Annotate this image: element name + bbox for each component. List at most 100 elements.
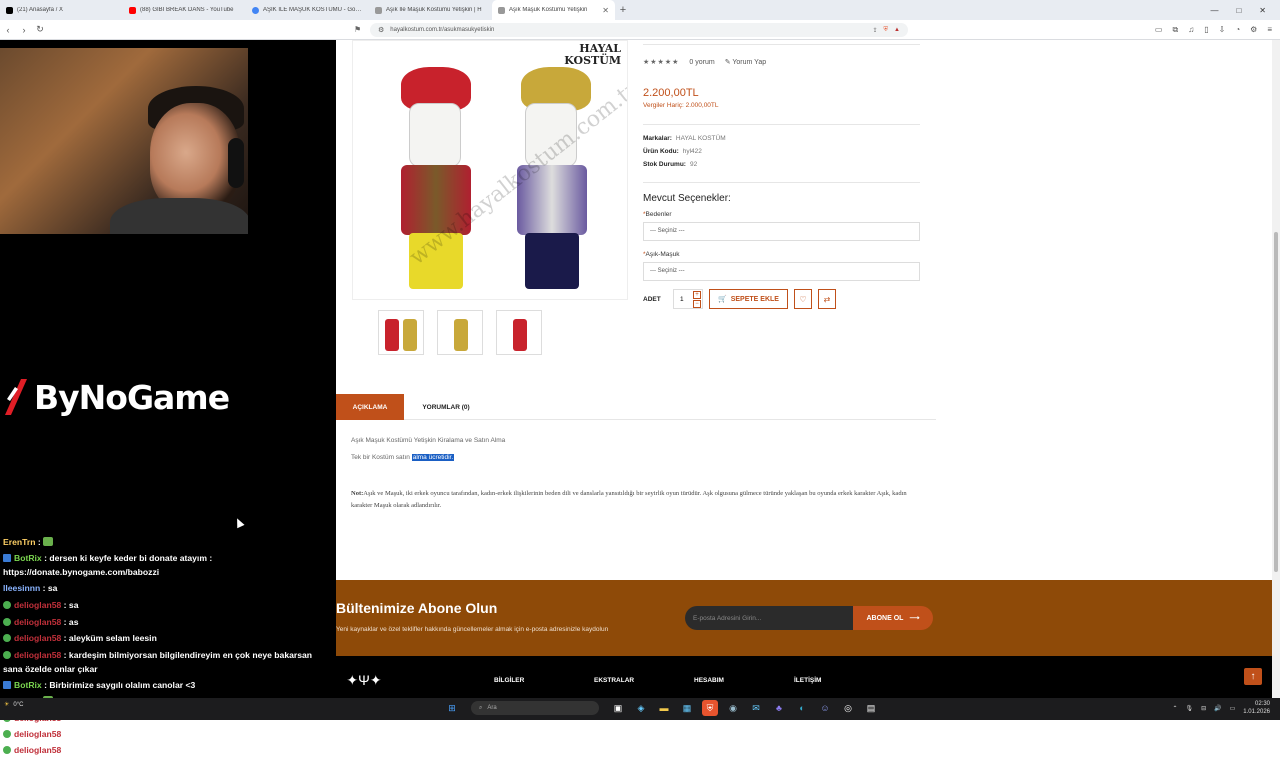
- qty-decrease[interactable]: −: [693, 300, 701, 308]
- mic-icon[interactable]: 🎙: [1185, 705, 1193, 712]
- chat-message: delioglan58 : kardeşim bilmiyorsan bilgi…: [3, 648, 333, 676]
- obs-icon[interactable]: ◎: [840, 700, 856, 716]
- chat-message: delioglan58 : ben izlemiyorumkiii kardeş…: [3, 743, 333, 757]
- steam-icon[interactable]: ◉: [725, 700, 741, 716]
- chat-message: lleesinnn : sa: [3, 581, 333, 595]
- battery-icon[interactable]: ▭: [1230, 705, 1236, 712]
- divider: [643, 44, 920, 45]
- url-field[interactable]: ⚙ hayalkostum.com.tr/asukmasukyetiskin ⇪…: [370, 23, 908, 37]
- date: 1.01.2026: [1243, 709, 1270, 715]
- close-icon[interactable]: ✕: [602, 6, 609, 15]
- brave-icon[interactable]: ⛨: [702, 700, 718, 716]
- site-info-icon[interactable]: ⚙: [378, 26, 384, 34]
- qty-increase[interactable]: +: [693, 291, 701, 299]
- qty-value: 1: [680, 295, 684, 303]
- size-label: *Bedenler: [643, 211, 672, 218]
- brave-shield-icon[interactable]: ⛨: [884, 27, 889, 34]
- share-icon[interactable]: ⇪: [873, 27, 878, 34]
- quantity-stepper[interactable]: 1 + −: [673, 289, 703, 309]
- tab-x[interactable]: (21) Anasayfa / X: [0, 0, 123, 20]
- mail-icon[interactable]: ✉: [748, 700, 764, 716]
- tab-site-1[interactable]: Aşık İle Maşuk Kostümü Yetişkin | H: [369, 0, 492, 20]
- sub-badge-icon: [3, 618, 11, 626]
- sub-badge-icon: [3, 651, 11, 659]
- music-icon[interactable]: ♫: [1188, 25, 1194, 35]
- new-tab-button[interactable]: +: [615, 0, 631, 20]
- discord-icon[interactable]: ☺: [817, 700, 833, 716]
- tab-youtube[interactable]: (88) GİBİ BREAK DANS - YouTube: [123, 0, 246, 20]
- app-icon[interactable]: ▤: [863, 700, 879, 716]
- settings-icon[interactable]: ⚙: [1250, 25, 1257, 35]
- rewards-icon[interactable]: ▲: [894, 27, 900, 33]
- file-explorer-icon[interactable]: ▬: [656, 700, 672, 716]
- tab-reviews[interactable]: YORUMLAR (0): [408, 394, 484, 420]
- variant-label-text: Aşık-Maşuk: [645, 251, 680, 258]
- thumbnail[interactable]: [378, 310, 424, 355]
- bookmark-icon[interactable]: ⚑: [354, 25, 361, 34]
- minimize-icon[interactable]: —: [1210, 6, 1218, 15]
- chat-message: ErenTrn :: [3, 535, 333, 549]
- write-review-link[interactable]: ✎ Yorum Yap: [725, 58, 766, 66]
- task-view-icon[interactable]: ▣: [610, 700, 626, 716]
- review-count-link[interactable]: 0 yorum: [689, 59, 714, 66]
- weather-icon: ☀: [4, 702, 10, 708]
- start-icon[interactable]: ⊞: [444, 700, 460, 716]
- forward-icon[interactable]: ›: [16, 25, 32, 35]
- network-icon[interactable]: ⊟: [1201, 705, 1206, 712]
- divider: [643, 124, 920, 125]
- add-to-cart-button[interactable]: 🛒 SEPETE EKLE: [709, 289, 788, 309]
- teams-icon[interactable]: ♣: [771, 700, 787, 716]
- chat-text: ben izlemiyorumkiii kardeşim: [68, 745, 189, 755]
- compare-button[interactable]: ⇄: [817, 289, 836, 309]
- search-label: Ara: [487, 705, 497, 711]
- price: 2.200,00TL: [643, 87, 699, 99]
- arrow-up-icon: ↑: [1250, 671, 1256, 682]
- page-scrollbar[interactable]: [1272, 40, 1280, 720]
- tab-site-active[interactable]: Aşık Maşuk Kostümü Yetişkin ✕: [492, 0, 615, 20]
- wishlist-button[interactable]: ♡: [793, 289, 812, 309]
- scroll-top-button[interactable]: ↑: [1244, 668, 1262, 685]
- taskbar-search[interactable]: ⌕ Ara: [471, 701, 599, 715]
- chat-username: ErenTrn: [3, 537, 36, 547]
- weather-temp: 0°C: [13, 701, 24, 708]
- chat-message: BotRix : dersen ki keyfe keder bi donate…: [3, 551, 333, 579]
- size-select[interactable]: --- Seçiniz ---: [643, 222, 920, 241]
- thumbnail[interactable]: [437, 310, 483, 355]
- chat-separator: :: [61, 650, 69, 660]
- reload-icon[interactable]: ↻: [32, 24, 48, 35]
- chevron-up-icon[interactable]: ⌃: [1172, 705, 1177, 712]
- sidebar-icon[interactable]: ▯: [1204, 25, 1208, 35]
- product-image[interactable]: www.hayalkostum.com.tr HAYAL KOSTÜM: [352, 40, 628, 300]
- weather-widget[interactable]: ☀ 0°C: [4, 701, 24, 709]
- tab-description[interactable]: AÇIKLAMA: [336, 394, 404, 420]
- downloads-icon[interactable]: ⇩: [1219, 25, 1226, 35]
- product-tabs: AÇIKLAMA YORUMLAR (0): [336, 394, 936, 420]
- variant-label: *Aşık-Maşuk: [643, 251, 680, 258]
- edge-icon[interactable]: ◐: [794, 700, 810, 716]
- copilot-icon[interactable]: ◈: [633, 700, 649, 716]
- window-controls: — □ ✕: [1210, 0, 1280, 20]
- sub-badge-icon: [3, 730, 11, 738]
- subscribe-button[interactable]: ABONE OL ⟶: [853, 606, 933, 630]
- scrollbar-thumb[interactable]: [1274, 232, 1278, 572]
- chat-username: delioglan58: [14, 633, 62, 643]
- footer-col-contact: İLETİŞİM: [794, 677, 822, 684]
- close-window-icon[interactable]: ✕: [1259, 6, 1266, 15]
- email-field[interactable]: E-posta Adresini Girin...: [685, 606, 853, 630]
- variant-select[interactable]: --- Seçiniz ---: [643, 262, 920, 281]
- menu-icon[interactable]: ≡: [1267, 25, 1272, 35]
- back-icon[interactable]: ‹: [0, 25, 16, 35]
- maximize-icon[interactable]: □: [1236, 6, 1241, 15]
- chat-message: delioglan58 : allaha emanet: [3, 727, 333, 741]
- thumbnail[interactable]: [496, 310, 542, 355]
- wallet-icon[interactable]: ▭: [1155, 25, 1163, 35]
- extensions-icon[interactable]: ⧉: [1172, 25, 1178, 35]
- volume-icon[interactable]: 🔊: [1214, 705, 1221, 712]
- store-icon[interactable]: ▦: [679, 700, 695, 716]
- clock[interactable]: 02:30 1.01.2026: [1243, 700, 1270, 716]
- history-icon[interactable]: ◔: [1235, 25, 1240, 35]
- tab-google[interactable]: AŞIK İLE MAŞUK KOSTÜMÜ - Google: [246, 0, 369, 20]
- chat-username: lleesinnn: [3, 583, 41, 593]
- chat-message: delioglan58 : sa: [3, 598, 333, 612]
- brand-link[interactable]: HAYAL KOSTÜM: [676, 135, 726, 142]
